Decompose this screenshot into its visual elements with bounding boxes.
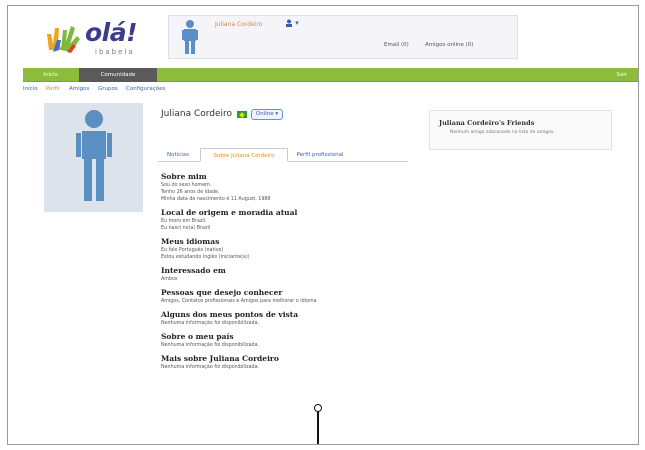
subnav-amigos[interactable]: Amigos bbox=[69, 86, 89, 92]
friends-online-link[interactable]: Amigos online (0) bbox=[425, 42, 473, 48]
nav-tab-comunidade[interactable]: Comunidade bbox=[79, 68, 157, 82]
section-mais-sobre: Mais sobre Juliana Cordeiro Nenhuma info… bbox=[161, 354, 421, 371]
subnav-grupos[interactable]: Grupos bbox=[98, 86, 118, 92]
section-title: Sobre o meu país bbox=[161, 332, 234, 341]
text-cursor-stem bbox=[317, 412, 319, 444]
section-title: Meus idiomas bbox=[161, 237, 220, 246]
nav-tab-inicio[interactable]: Início bbox=[28, 68, 73, 82]
section-text: Tenho 26 anos de idade. bbox=[161, 190, 220, 195]
browser-frame: olá! ibabela Juliana Cordeiro ▾ Email (0… bbox=[7, 5, 639, 445]
section-title: Mais sobre Juliana Cordeiro bbox=[161, 354, 279, 363]
text-cursor-icon bbox=[314, 404, 322, 412]
hands-logo-icon bbox=[47, 26, 80, 53]
section-sobre-mim: Sobre mim Sou do sexo homem. Tenho 26 an… bbox=[161, 172, 421, 203]
user-panel: Juliana Cordeiro ▾ Email (0) Amigos onli… bbox=[168, 15, 518, 59]
brazil-flag-icon bbox=[237, 111, 247, 118]
section-title: Pessoas que desejo conhecer bbox=[161, 288, 283, 297]
logo-text: olá! bbox=[85, 18, 138, 47]
subnav-configuracoes[interactable]: Configurações bbox=[126, 86, 165, 92]
section-text: Nenhuma informação foi disponibilizada. bbox=[161, 321, 260, 326]
section-pontos-vista: Alguns dos meus pontos de vista Nenhuma … bbox=[161, 310, 421, 327]
logo-subtitle: ibabela bbox=[95, 48, 135, 56]
online-status-button[interactable]: Online ▾ bbox=[251, 109, 283, 120]
friends-panel: Juliana Cordeiro's Friends Nenhum amigo … bbox=[429, 110, 612, 150]
chevron-down-icon: ▾ bbox=[295, 19, 299, 27]
logout-link[interactable]: Sair bbox=[616, 68, 627, 82]
friends-title: Juliana Cordeiro's Friends bbox=[439, 119, 535, 127]
section-text: Nenhuma informação foi disponibilizada. bbox=[161, 343, 260, 348]
section-text: Minha data de nascimento é 11 August, 19… bbox=[161, 197, 271, 202]
user-avatar-icon[interactable] bbox=[181, 19, 199, 55]
section-text: Sou do sexo homem. bbox=[161, 183, 212, 188]
section-text: Eu nasci no(a) Brazil bbox=[161, 226, 211, 231]
section-title: Local de origem e moradia atual bbox=[161, 208, 298, 217]
section-idiomas: Meus idiomas Eu falo Português (nativo) … bbox=[161, 237, 421, 261]
section-title: Alguns dos meus pontos de vista bbox=[161, 310, 299, 319]
section-pais: Sobre o meu país Nenhuma informação foi … bbox=[161, 332, 421, 349]
section-text: Eu falo Português (nativo) bbox=[161, 248, 224, 253]
profile-tabs: Notícias Sobre Juliana Cordeiro Perfil p… bbox=[158, 148, 408, 162]
section-pessoas: Pessoas que desejo conhecer Amigos, Cont… bbox=[161, 288, 421, 305]
subnav-perfil[interactable]: Perfil bbox=[46, 86, 60, 92]
section-text: Eu moro em Brazil. bbox=[161, 219, 207, 224]
section-text: Nenhuma informação foi disponibilizada. bbox=[161, 365, 260, 370]
tab-noticias[interactable]: Notícias bbox=[158, 148, 198, 162]
default-user-icon bbox=[76, 110, 112, 201]
section-text: Estou estudando Inglês (Iniciante(a)) bbox=[161, 255, 250, 260]
tab-sobre[interactable]: Sobre Juliana Cordeiro bbox=[200, 148, 288, 162]
user-name-link[interactable]: Juliana Cordeiro bbox=[215, 21, 262, 28]
about-sections: Sobre mim Sou do sexo homem. Tenho 26 an… bbox=[161, 172, 421, 376]
section-interessado: Interessado em Ambos bbox=[161, 266, 421, 283]
person-icon bbox=[286, 19, 292, 27]
section-local-origem: Local de origem e moradia atual Eu moro … bbox=[161, 208, 421, 232]
profile-avatar[interactable] bbox=[44, 103, 143, 212]
section-text: Amigos, Contatos profissionais e Amigos … bbox=[161, 299, 317, 304]
section-title: Interessado em bbox=[161, 266, 226, 275]
profile-name: Juliana Cordeiro bbox=[161, 109, 233, 119]
status-dropdown[interactable]: ▾ bbox=[285, 19, 299, 27]
friends-empty-text: Nenhum amigo adicionado na lista de amig… bbox=[450, 130, 555, 135]
section-title: Sobre mim bbox=[161, 172, 207, 181]
main-navbar: Início Comunidade Sair bbox=[23, 68, 638, 82]
email-link[interactable]: Email (0) bbox=[384, 42, 409, 48]
subnav-inicio[interactable]: Início bbox=[23, 86, 38, 92]
section-text: Ambos bbox=[161, 277, 178, 282]
site-logo[interactable]: olá! ibabela bbox=[43, 18, 163, 60]
tab-perfil-profissional[interactable]: Perfil profissional bbox=[290, 148, 350, 162]
